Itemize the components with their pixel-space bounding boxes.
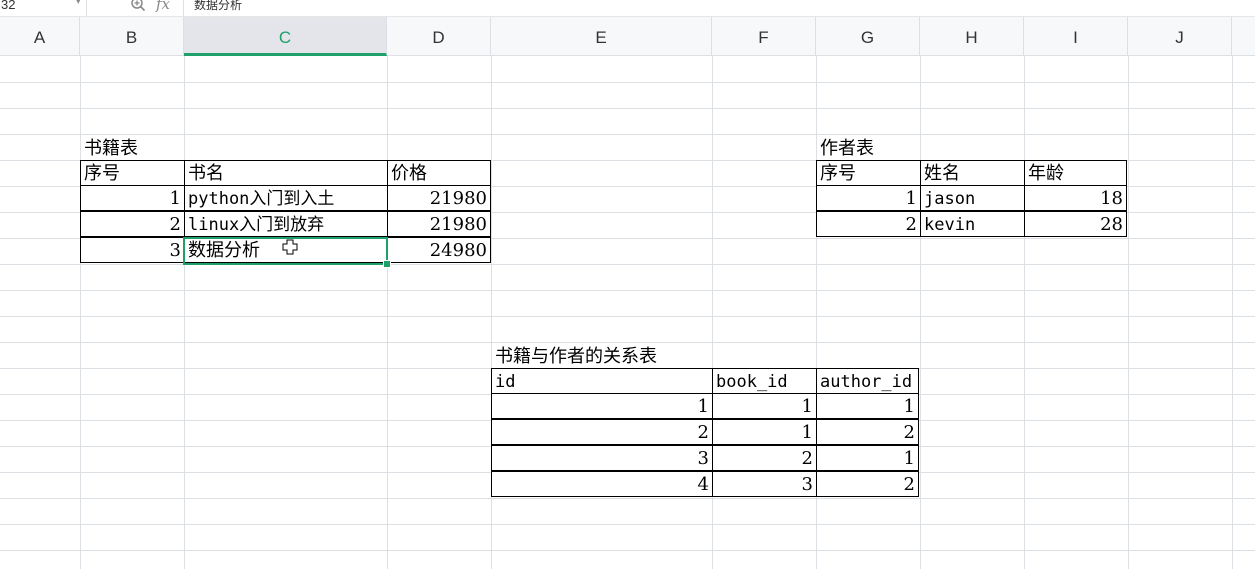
column-header-j[interactable]: J [1128, 17, 1232, 56]
authors-cell[interactable]: 28 [1024, 211, 1127, 237]
relation-cell[interactable]: 1 [712, 393, 817, 419]
cell-cursor-icon [282, 239, 298, 255]
fill-handle[interactable] [383, 260, 391, 268]
relation-header-cell[interactable]: author_id [816, 368, 919, 394]
relation-header-cell[interactable]: id [491, 368, 713, 394]
relation-table-title: 书籍与作者的关系表 [495, 346, 657, 367]
column-header-h[interactable]: H [920, 17, 1024, 56]
books-cell[interactable]: python入门到入土 [184, 185, 388, 211]
authors-header-cell[interactable]: 姓名 [920, 160, 1025, 186]
books-header-cell[interactable]: 书名 [184, 160, 388, 186]
authors-header-cell[interactable]: 序号 [816, 160, 921, 186]
zoom-icon[interactable] [129, 0, 147, 14]
column-header-g[interactable]: G [816, 17, 920, 56]
formula-bar: 32 ▾ fx 数据分析 [0, 0, 1255, 16]
authors-cell[interactable]: jason [920, 185, 1025, 211]
name-box-value: 32 [1, 0, 16, 12]
column-header-c[interactable]: C [184, 17, 387, 56]
column-header-a[interactable]: A [0, 17, 80, 56]
books-cell[interactable]: 24980 [387, 237, 491, 263]
fx-icon[interactable]: fx [156, 0, 170, 13]
relation-cell[interactable]: 1 [712, 419, 817, 445]
column-header-k[interactable] [1232, 17, 1255, 56]
column-header-row: A B C D E F G H I J [0, 16, 1255, 56]
books-header-cell[interactable]: 价格 [387, 160, 491, 186]
authors-table-title: 作者表 [820, 138, 874, 159]
books-header-cell[interactable]: 序号 [80, 160, 185, 186]
column-header-i[interactable]: I [1024, 17, 1128, 56]
relation-cell[interactable]: 1 [491, 393, 713, 419]
authors-header-cell[interactable]: 年龄 [1024, 160, 1127, 186]
relation-header-cell[interactable]: book_id [712, 368, 817, 394]
books-cell[interactable]: 2 [80, 211, 185, 237]
column-header-b[interactable]: B [80, 17, 184, 56]
column-header-e[interactable]: E [491, 17, 712, 56]
column-header-f[interactable]: F [712, 17, 816, 56]
name-box[interactable]: 32 ▾ [0, 0, 87, 16]
relation-cell[interactable]: 2 [816, 471, 919, 497]
books-table-title: 书籍表 [84, 138, 138, 159]
authors-cell[interactable]: kevin [920, 211, 1025, 237]
relation-cell[interactable]: 3 [491, 445, 713, 471]
authors-cell[interactable]: 18 [1024, 185, 1127, 211]
formula-value: 数据分析 [194, 0, 243, 12]
relation-cell[interactable]: 3 [712, 471, 817, 497]
relation-cell[interactable]: 2 [712, 445, 817, 471]
relation-cell[interactable]: 2 [816, 419, 919, 445]
books-cell[interactable]: linux入门到放弃 [184, 211, 388, 237]
authors-cell[interactable]: 1 [816, 185, 921, 211]
relation-cell[interactable]: 1 [816, 445, 919, 471]
books-cell[interactable]: 21980 [387, 185, 491, 211]
books-cell[interactable]: 21980 [387, 211, 491, 237]
relation-cell[interactable]: 2 [491, 419, 713, 445]
books-cell[interactable]: 3 [80, 237, 185, 263]
relation-cell[interactable]: 4 [491, 471, 713, 497]
relation-cell[interactable]: 1 [816, 393, 919, 419]
books-cell[interactable]: 1 [80, 185, 185, 211]
chevron-down-icon[interactable]: ▾ [76, 0, 81, 7]
authors-cell[interactable]: 2 [816, 211, 921, 237]
formula-input[interactable]: 数据分析 [183, 0, 1255, 16]
column-header-d[interactable]: D [387, 17, 491, 56]
